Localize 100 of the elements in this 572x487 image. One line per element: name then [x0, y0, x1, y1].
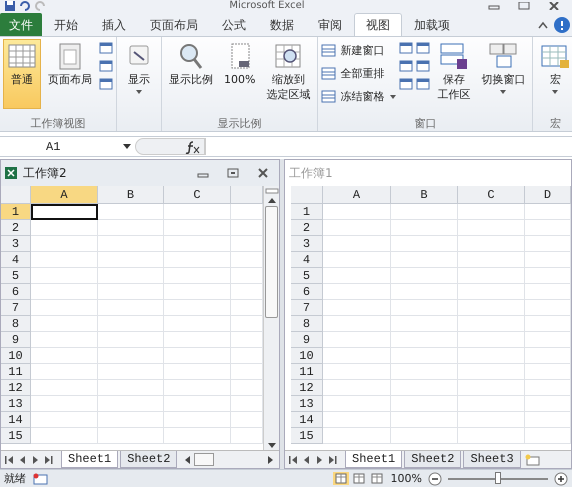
name-box[interactable]: A1	[0, 140, 135, 154]
row-header[interactable]: 14	[1, 412, 31, 428]
row-header[interactable]: 1	[291, 204, 323, 220]
close-icon[interactable]	[548, 2, 560, 10]
column-header[interactable]: A	[323, 186, 391, 204]
ribbon-tab[interactable]: 加载项	[402, 13, 462, 36]
row-header[interactable]: 2	[291, 220, 323, 236]
normal-view-icon[interactable]	[332, 472, 349, 485]
ribbon-button[interactable]: 显示比例	[165, 39, 217, 109]
first-sheet-icon[interactable]	[5, 456, 14, 464]
row-header[interactable]: 12	[1, 380, 31, 396]
window-icon[interactable]	[416, 78, 430, 90]
row-header[interactable]: 9	[1, 332, 31, 348]
ribbon-tab[interactable]: 插入	[90, 13, 138, 36]
row-header[interactable]: 2	[1, 220, 31, 236]
last-sheet-icon[interactable]	[328, 456, 337, 464]
sheet-tab[interactable]: Sheet2	[404, 451, 462, 468]
zoom-out-icon[interactable]	[428, 472, 442, 486]
file-tab[interactable]: 文件	[0, 13, 42, 36]
row-header[interactable]: 14	[291, 412, 323, 428]
window-icon[interactable]	[416, 60, 430, 72]
ribbon-button[interactable]: 普通	[3, 39, 41, 109]
maximize-icon[interactable]	[518, 2, 530, 10]
scroll-thumb[interactable]	[265, 206, 278, 318]
ribbon-tab[interactable]: 视图	[354, 13, 402, 36]
row-header[interactable]: 10	[1, 348, 31, 364]
close-icon[interactable]	[257, 168, 269, 178]
column-header[interactable]: B	[98, 186, 164, 204]
window-icon[interactable]	[399, 42, 414, 54]
first-sheet-icon[interactable]	[289, 456, 298, 464]
help-icon[interactable]	[554, 17, 570, 33]
row-header[interactable]: 11	[291, 364, 323, 380]
function-icon[interactable]	[184, 140, 200, 154]
window-icon[interactable]	[416, 42, 430, 54]
row-header[interactable]: 10	[291, 348, 323, 364]
next-sheet-icon[interactable]	[31, 456, 40, 464]
row-header[interactable]: 7	[1, 300, 31, 316]
row-header[interactable]: 12	[291, 380, 323, 396]
previous-sheet-icon[interactable]	[302, 456, 311, 464]
row-header[interactable]: 1	[1, 204, 31, 220]
row-header[interactable]: 4	[1, 252, 31, 268]
ribbon-tab[interactable]: 公式	[210, 13, 258, 36]
page-break-view-icon[interactable]	[368, 472, 385, 485]
row-header[interactable]: 9	[291, 332, 323, 348]
previous-sheet-icon[interactable]	[18, 456, 27, 464]
ribbon-button[interactable]: 全部重排	[321, 65, 396, 82]
page-layout-view-icon[interactable]	[350, 472, 367, 485]
row-header[interactable]: 5	[291, 268, 323, 284]
split-handle-icon[interactable]	[264, 188, 278, 194]
column-header[interactable]: D	[525, 186, 571, 204]
ribbon-button[interactable]: 页面布局	[44, 39, 96, 109]
next-sheet-icon[interactable]	[315, 456, 324, 464]
ribbon-tab[interactable]: 开始	[42, 13, 90, 36]
sheet-tab[interactable]: Sheet1	[61, 451, 118, 468]
row-header[interactable]: 15	[291, 428, 323, 444]
window-icon[interactable]	[99, 60, 113, 72]
window-icon[interactable]	[399, 60, 414, 72]
row-header[interactable]: 8	[291, 316, 323, 332]
column-header[interactable]: C	[458, 186, 525, 204]
active-cell[interactable]	[31, 204, 98, 220]
row-header[interactable]: 3	[1, 236, 31, 252]
row-header[interactable]: 6	[291, 284, 323, 300]
row-header[interactable]: 13	[1, 396, 31, 412]
row-header[interactable]: 5	[1, 268, 31, 284]
sheet-tab[interactable]: Sheet1	[345, 451, 402, 468]
record-macro-icon[interactable]	[32, 472, 48, 484]
collapse-icon[interactable]	[538, 21, 548, 29]
ribbon-button[interactable]: 宏	[536, 39, 572, 109]
sheet-tab[interactable]: Sheet2	[120, 451, 178, 468]
scroll-right-icon[interactable]	[267, 456, 275, 464]
row-header[interactable]: 8	[1, 316, 31, 332]
undo-icon[interactable]	[19, 1, 31, 11]
row-header[interactable]: 11	[1, 364, 31, 380]
row-header[interactable]: 3	[291, 236, 323, 252]
ribbon-tab[interactable]: 页面布局	[138, 13, 210, 36]
scroll-thumb[interactable]	[194, 453, 214, 466]
ribbon-button[interactable]: 缩放到 选定区域	[262, 39, 314, 109]
ribbon-tab[interactable]: 审阅	[306, 13, 354, 36]
zoom-in-icon[interactable]	[554, 472, 568, 486]
row-header[interactable]: 7	[291, 300, 323, 316]
column-header[interactable]: B	[391, 186, 458, 204]
ribbon-button[interactable]: 切换窗口	[477, 39, 530, 109]
zoom-level[interactable]: 100%	[390, 472, 422, 485]
ribbon-button[interactable]: 100%	[220, 39, 260, 109]
window-icon[interactable]	[99, 78, 113, 90]
ribbon-button[interactable]: 保存 工作区	[433, 39, 474, 109]
ribbon-tab[interactable]: 数据	[258, 13, 306, 36]
new-sheet-icon[interactable]	[522, 454, 541, 466]
column-header[interactable]: A	[31, 186, 98, 204]
ribbon-button[interactable]: 新建窗口	[321, 42, 396, 59]
sheet-tab[interactable]: Sheet3	[463, 451, 521, 468]
column-header[interactable]: C	[164, 186, 231, 204]
row-header[interactable]: 6	[1, 284, 31, 300]
save-icon[interactable]	[4, 1, 16, 11]
row-header[interactable]: 13	[291, 396, 323, 412]
restore-icon[interactable]	[227, 168, 239, 178]
window-icon[interactable]	[99, 42, 113, 54]
ribbon-button[interactable]: 冻结窗格	[321, 88, 396, 105]
last-sheet-icon[interactable]	[44, 456, 53, 464]
scroll-left-icon[interactable]	[183, 456, 192, 464]
